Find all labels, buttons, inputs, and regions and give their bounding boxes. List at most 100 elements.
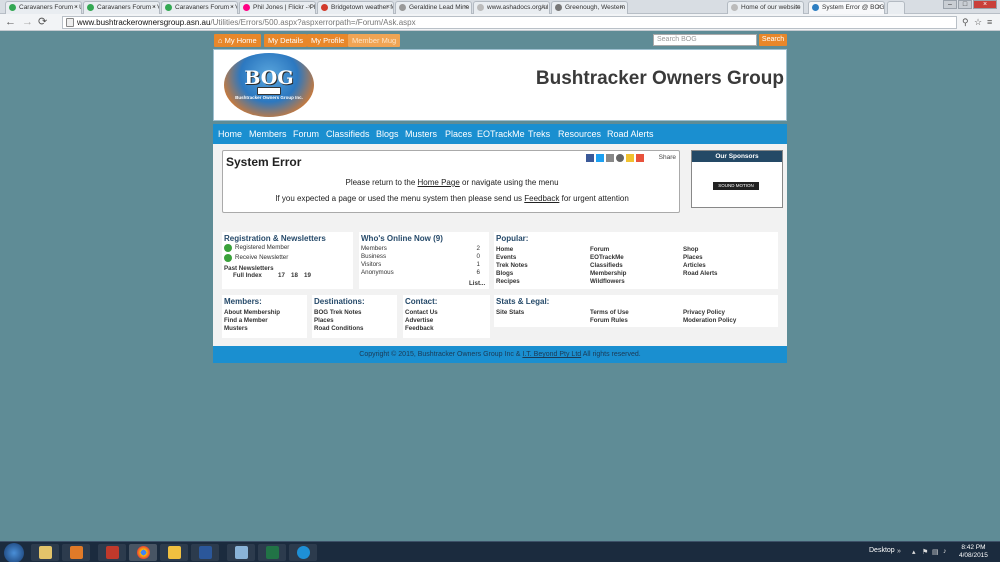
popular-link[interactable]: Blogs bbox=[496, 270, 513, 278]
destinations-link[interactable]: Places bbox=[314, 317, 334, 325]
members-panel-link[interactable]: Musters bbox=[224, 325, 248, 333]
tray-flag-icon[interactable]: ⚑ bbox=[922, 548, 928, 556]
contact-link[interactable]: Contact Us bbox=[405, 309, 438, 317]
nav-item-classifieds[interactable]: Classifieds bbox=[326, 128, 370, 140]
contact-link[interactable]: Advertise bbox=[405, 317, 433, 325]
browser-tab[interactable]: System Error @ BOG × bbox=[808, 1, 885, 15]
taskbar-app[interactable] bbox=[227, 544, 255, 561]
add-plus-icon[interactable] bbox=[636, 154, 644, 162]
twitter-icon[interactable] bbox=[596, 154, 604, 162]
tab-close-icon[interactable]: × bbox=[796, 2, 800, 13]
feedback-link[interactable]: Feedback bbox=[524, 194, 559, 203]
online-list-link[interactable]: List... bbox=[469, 280, 485, 288]
tray-volume-icon[interactable]: ♪ bbox=[943, 548, 947, 555]
page-info-icon[interactable] bbox=[66, 18, 74, 27]
magnifier-icon[interactable]: ⚲ bbox=[962, 17, 969, 28]
destinations-link[interactable]: BOG Trek Notes bbox=[314, 309, 361, 317]
back-arrow-icon[interactable]: ← bbox=[5, 16, 16, 28]
receive-newsletter-link[interactable]: Receive Newsletter bbox=[235, 254, 288, 262]
browser-tab[interactable]: Geraldine Lead Mine × bbox=[395, 1, 472, 14]
taskbar-filezilla[interactable] bbox=[98, 544, 126, 561]
desktop-toolbar-label[interactable]: Desktop bbox=[869, 547, 895, 554]
members-panel-link[interactable]: About Membership bbox=[224, 309, 280, 317]
search-button[interactable]: Search bbox=[759, 34, 787, 46]
start-button[interactable] bbox=[4, 543, 24, 562]
nav-item-blogs[interactable]: Blogs bbox=[376, 128, 399, 140]
maximize-button[interactable]: □ bbox=[958, 0, 972, 9]
email-icon[interactable] bbox=[616, 154, 624, 162]
privacy-policy-link[interactable]: Privacy Policy bbox=[683, 309, 725, 317]
menu-icon[interactable]: ≡ bbox=[987, 17, 992, 27]
browser-tab[interactable]: Bridgetown weather fo × bbox=[317, 1, 394, 14]
taskbar-clock[interactable]: 8:42 PM 4/08/2015 bbox=[959, 544, 988, 560]
browser-tab[interactable]: Greenough, Western × bbox=[551, 1, 628, 14]
nav-item-treks[interactable]: Treks bbox=[528, 128, 550, 140]
print-icon[interactable] bbox=[606, 154, 614, 162]
sponsor-logo[interactable]: SOUND MOTION bbox=[713, 182, 759, 190]
browser-tab[interactable]: www.ashadocs.org/ul × bbox=[473, 1, 550, 14]
window-close-button[interactable]: × bbox=[973, 0, 997, 9]
taskbar-excel[interactable] bbox=[258, 544, 286, 561]
terms-of-use-link[interactable]: Terms of Use bbox=[590, 309, 629, 317]
it-beyond-link[interactable]: I.T. Beyond Pty Ltd bbox=[522, 351, 581, 358]
nav-item-members[interactable]: Members bbox=[249, 128, 287, 140]
tab-close-icon[interactable]: × bbox=[386, 2, 390, 13]
full-index-link[interactable]: Full Index bbox=[233, 272, 262, 280]
taskbar-mail[interactable] bbox=[160, 544, 188, 561]
tab-close-icon[interactable]: × bbox=[152, 2, 156, 13]
nav-item-places[interactable]: Places bbox=[445, 128, 472, 140]
tray-network-icon[interactable]: ▤ bbox=[932, 548, 939, 556]
moderation-policy-link[interactable]: Moderation Policy bbox=[683, 317, 736, 325]
toolbar-expand-icon[interactable]: » bbox=[897, 548, 901, 555]
nav-item-musters[interactable]: Musters bbox=[405, 128, 437, 140]
contact-link[interactable]: Feedback bbox=[405, 325, 434, 333]
nav-item-home[interactable]: Home bbox=[218, 128, 242, 140]
popular-link[interactable]: Home bbox=[496, 246, 513, 254]
popular-link[interactable]: Recipes bbox=[496, 278, 520, 286]
browser-tab[interactable]: Caravaners Forum • V × bbox=[83, 1, 160, 14]
new-tab-button[interactable] bbox=[887, 1, 905, 14]
browser-tab[interactable]: Home of our website × bbox=[727, 1, 804, 14]
taskbar-chrome[interactable] bbox=[129, 544, 157, 561]
browser-tab[interactable]: Phil Jones | Flickr - Ph × bbox=[239, 1, 316, 14]
my-home-button[interactable]: ⌂ My Home bbox=[214, 34, 261, 47]
tab-close-icon[interactable]: × bbox=[620, 2, 624, 13]
newsletter-link[interactable]: 17 bbox=[278, 272, 285, 280]
tab-close-icon[interactable]: × bbox=[230, 2, 234, 13]
popular-link[interactable]: Membership bbox=[590, 270, 626, 278]
popular-link[interactable]: Classifieds bbox=[590, 262, 623, 270]
popular-link[interactable]: Road Alerts bbox=[683, 270, 718, 278]
popular-link[interactable]: Places bbox=[683, 254, 703, 262]
bog-logo[interactable]: BOG Bushtracker Owners Group Inc. bbox=[224, 53, 314, 117]
popular-link[interactable]: Forum bbox=[590, 246, 609, 254]
nav-item-eotrackme[interactable]: EOTrackMe bbox=[477, 128, 525, 140]
forum-rules-link[interactable]: Forum Rules bbox=[590, 317, 628, 325]
favourite-star-icon[interactable] bbox=[626, 154, 634, 162]
bookmark-star-icon[interactable]: ☆ bbox=[974, 17, 982, 28]
taskbar-media-player[interactable] bbox=[62, 544, 90, 561]
share-label[interactable]: Share bbox=[659, 154, 676, 161]
registered-member-link[interactable]: Registered Member bbox=[235, 244, 289, 252]
newsletter-link[interactable]: 19 bbox=[304, 272, 311, 280]
taskbar-ie[interactable] bbox=[289, 544, 317, 561]
site-stats-link[interactable]: Site Stats bbox=[496, 309, 524, 317]
my-profile-button[interactable]: My Profile bbox=[307, 34, 349, 47]
home-page-link[interactable]: Home Page bbox=[418, 178, 460, 187]
popular-link[interactable]: Wildflowers bbox=[590, 278, 625, 286]
popular-link[interactable]: Articles bbox=[683, 262, 706, 270]
my-details-button[interactable]: My Details bbox=[264, 34, 308, 47]
search-input[interactable]: Search BOG bbox=[653, 34, 757, 46]
popular-link[interactable]: Shop bbox=[683, 246, 698, 254]
reload-icon[interactable]: ⟳ bbox=[38, 16, 47, 28]
forward-arrow-icon[interactable]: → bbox=[22, 16, 33, 28]
tab-close-icon[interactable]: × bbox=[542, 2, 546, 13]
tab-close-icon[interactable]: × bbox=[74, 2, 78, 13]
destinations-link[interactable]: Road Conditions bbox=[314, 325, 364, 333]
minimize-button[interactable]: – bbox=[943, 0, 957, 9]
tray-arrow-icon[interactable]: ▴ bbox=[912, 548, 916, 556]
popular-link[interactable]: Events bbox=[496, 254, 516, 262]
members-panel-link[interactable]: Find a Member bbox=[224, 317, 268, 325]
url-input[interactable]: www.bushtrackerownersgroup.asn.au/Utilit… bbox=[62, 16, 957, 29]
popular-link[interactable]: EOTrackMe bbox=[590, 254, 624, 262]
nav-item-road-alerts[interactable]: Road Alerts bbox=[607, 128, 654, 140]
